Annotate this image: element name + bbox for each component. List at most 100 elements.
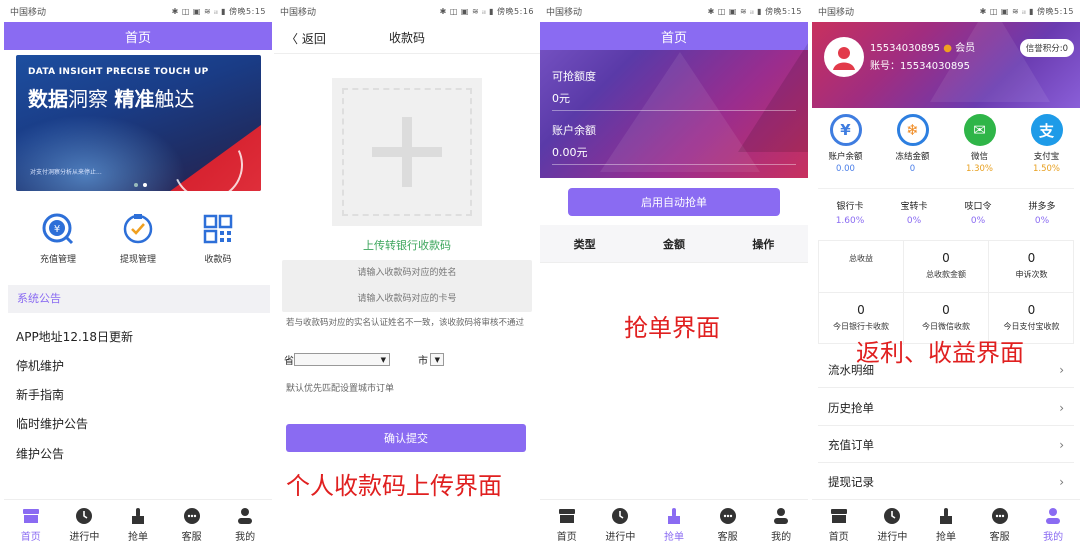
quick-actions: ¥ 充值管理 提现管理 收款码 [4,212,272,265]
home-screen: 中国移动 ✱ ◫ ▣ ≋ ᵢₗ ▮ 傍晚5:15 首页 DATA INSIGHT… [4,0,272,549]
auto-grab-button[interactable]: 启用自动抢单 [568,188,780,216]
status-bar: 中国移动 ✱ ◫ ▣ ≋ ᵢₗ ▮ 傍晚5:15 [4,0,272,22]
balance-value: 0.00元 [552,146,588,159]
notice-item[interactable]: 新手指南 [16,386,256,403]
carousel-dots [134,183,147,187]
status-bar: 中国移动 ✱ ◫ ▣ ≋ ᵢₗ ▮ 傍晚5:15 [540,0,808,22]
status-bar: 中国移动 ✱ ◫ ▣ ≋ ᵢₗ ▮ 傍晚5:16 [274,0,540,22]
menu-order-history[interactable]: 历史抢单 › [818,390,1074,426]
tab-mine[interactable]: 我的 [756,507,806,543]
quota-value: 0元 [552,92,570,105]
hand-tap-icon [128,507,148,525]
province-select[interactable]: 省 ▼ [284,352,390,367]
alipay-item[interactable]: 支支付宝 1.50% [1017,108,1077,182]
screen-caption: 返利、收益界面 [856,339,1024,367]
chat-icon [182,507,202,525]
clock: 傍晚5:15 [229,6,266,16]
stat-total-received: 0 总收款金额 [904,241,989,293]
tab-mine[interactable]: 我的 [220,507,270,543]
tab-home[interactable]: 首页 [6,507,56,543]
withdraw-manage-button[interactable]: 提现管理 [103,212,173,265]
payment-code-button[interactable]: 收款码 [183,212,253,265]
payment-code-label: 收款码 [204,255,232,265]
alipay-to-card-rate: 宝转卡 0% [900,202,928,226]
stat-total-income: 总收益 [819,241,904,293]
wechat-item[interactable]: ✉ 微信 1.30% [950,108,1010,182]
tab-mine[interactable]: 我的 [1028,507,1078,543]
status-icons: ✱ ◫ ▣ ≋ ᵢₗ ▮ [707,6,762,16]
upload-link[interactable]: 上传转银行收款码 [274,237,540,253]
clock: 傍晚5:15 [765,6,802,16]
tab-grab-order[interactable]: 抢单 [113,507,163,543]
city-select[interactable]: 市 ▼ [418,352,444,367]
tab-in-progress[interactable]: 进行中 [59,507,109,543]
carrier-label: 中国移动 [546,7,583,18]
notice-item[interactable]: APP地址12.18日更新 [16,328,256,345]
name-input[interactable] [282,260,532,286]
profile-hero: 15534030895 ● 会员 账号：15534030895 信誉积分:0 [812,22,1080,108]
chevron-right-icon: › [1059,475,1064,489]
frozen-amount-item[interactable]: ❄ 冻结金额 0 [883,108,943,182]
back-button[interactable]: 〈 返回 [286,30,326,47]
screen-caption: 个人收款码上传界面 [286,472,502,500]
carrier-label: 中国移动 [280,7,317,18]
rate-row: 银行卡 1.60% 宝转卡 0% 吱口令 0% 拼多多 0% [818,188,1074,232]
tab-home[interactable]: 首页 [814,507,864,543]
account-balance-item[interactable]: ¥ 账户余额 0.00 [816,108,876,182]
bottom-tab-bar: 首页 进行中 抢单 客服 我的 [4,499,272,549]
bank-card-rate: 银行卡 1.60% [835,202,865,226]
clock-icon [882,507,902,525]
tab-service[interactable]: 客服 [703,507,753,543]
submit-button[interactable]: 确认提交 [286,424,526,452]
recharge-manage-button[interactable]: ¥ 充值管理 [23,212,93,265]
upload-placeholder[interactable] [332,78,482,226]
credit-score-badge[interactable]: 信誉积分:0 [1019,39,1074,57]
pinduoduo-rate: 拼多多 0% [1028,202,1056,226]
tab-grab-order[interactable]: 抢单 [921,507,971,543]
promo-banner[interactable]: DATA INSIGHT PRECISE TOUCH UP 数据洞察 精准触达 … [16,55,261,191]
notice-item[interactable]: 停机维护 [16,357,256,374]
qr-code-icon [201,212,235,246]
tab-service[interactable]: 客服 [167,507,217,543]
store-icon [557,507,577,525]
status-icons: ✱ ◫ ▣ ≋ ᵢₗ ▮ [979,6,1034,16]
store-icon [21,507,41,525]
payment-methods: ¥ 账户余额 0.00 ❄ 冻结金额 0 ✉ 微信 1.30% 支支付宝 1.50% [812,108,1080,182]
announcement-header: 系统公告 [8,285,270,313]
tab-grab-order[interactable]: 抢单 [649,507,699,543]
user-icon [1043,507,1063,525]
stat-appeals: 0 申诉次数 [989,241,1074,293]
bottom-tab-bar: 首页 进行中 抢单 客服 我的 [812,499,1080,549]
carrier-label: 中国移动 [10,7,47,18]
svg-text:¥: ¥ [54,224,60,235]
form-box [282,260,532,312]
hand-tap-icon [664,507,684,525]
withdraw-label: 提现管理 [119,255,156,265]
zhi-koling-rate: 吱口令 0% [964,202,992,226]
clock-icon [74,507,94,525]
menu-withdraw-records[interactable]: 提现记录 › [818,464,1074,500]
chevron-right-icon: › [1059,400,1064,415]
column-action: 操作 [752,237,775,251]
user-phone: 15534030895 [870,43,940,54]
chat-icon [990,507,1010,525]
tab-in-progress[interactable]: 进行中 [867,507,917,543]
tab-in-progress[interactable]: 进行中 [595,507,645,543]
chevron-right-icon: › [1059,437,1064,452]
notice-item[interactable]: 临时维护公告 [16,415,256,432]
clock-icon [610,507,630,525]
tab-home[interactable]: 首页 [542,507,592,543]
alipay-icon: 支 [1030,114,1063,146]
avatar[interactable] [824,37,864,77]
menu-recharge-orders[interactable]: 充值订单 › [818,427,1074,463]
notice-item[interactable]: 维护公告 [16,445,256,462]
chevron-down-icon: ▼ [294,353,390,366]
status-icons: ✱ ◫ ▣ ≋ ᵢₗ ▮ [171,6,226,16]
tab-service[interactable]: 客服 [975,507,1025,543]
balance-hero: 首页 可抢额度 0元 账户余额 0.00元 [540,22,808,178]
status-icons: ✱ ◫ ▣ ≋ ᵢₗ ▮ [439,6,494,16]
clipboard-check-icon [121,212,155,246]
card-number-input[interactable] [282,286,532,312]
yen-icon: ¥ [829,114,862,146]
page-title: 首页 [4,22,272,50]
